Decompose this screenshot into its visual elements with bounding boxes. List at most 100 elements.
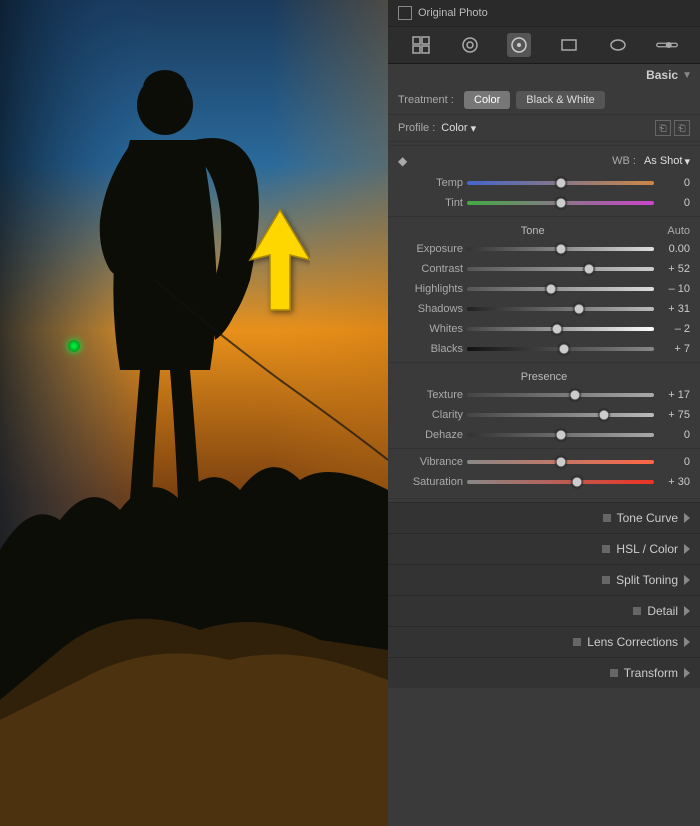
profile-icon-1[interactable]: ⎗ xyxy=(655,120,671,136)
dehaze-value: 0 xyxy=(658,429,690,441)
whites-value: – 2 xyxy=(658,323,690,335)
shadows-slider[interactable] xyxy=(467,302,654,316)
treatment-row: Treatment : Color Black & White xyxy=(388,86,700,115)
profile-icon-2[interactable]: ⎗ xyxy=(674,120,690,136)
eyedropper-icon[interactable]: ◆ xyxy=(398,154,407,168)
hsl-label: HSL / Color xyxy=(616,542,678,556)
dehaze-slider[interactable] xyxy=(467,428,654,442)
library-tool-icon[interactable] xyxy=(409,33,433,57)
dehaze-label: Dehaze xyxy=(398,429,463,441)
spot-heal-icon[interactable] xyxy=(507,33,531,57)
saturation-slider[interactable] xyxy=(467,475,654,489)
split-toning-section[interactable]: Split Toning xyxy=(388,564,700,595)
gradient-tool-icon[interactable] xyxy=(655,33,679,57)
highlights-value: – 10 xyxy=(658,283,690,295)
lens-corrections-label: Lens Corrections xyxy=(587,635,678,649)
develop-panel[interactable]: Basic ▼ Treatment : Color Black & White … xyxy=(388,64,700,826)
highlights-slider[interactable] xyxy=(467,282,654,296)
detail-label: Detail xyxy=(647,604,678,618)
tone-curve-label: Tone Curve xyxy=(617,511,678,525)
crop-tool-icon[interactable] xyxy=(458,33,482,57)
saturation-slider-row: Saturation + 30 xyxy=(388,472,700,492)
dehaze-slider-row: Dehaze 0 xyxy=(388,425,700,445)
profile-row: Profile : Color ▾ ⎗ ⎗ xyxy=(388,115,700,142)
exposure-label: Exposure xyxy=(398,243,463,255)
exposure-slider-row: Exposure 0.00 xyxy=(388,239,700,259)
tone-auto-btn[interactable]: Auto xyxy=(667,225,690,237)
tone-curve-indicator xyxy=(603,514,611,522)
shadows-value: + 31 xyxy=(658,303,690,315)
tone-title: Tone xyxy=(398,225,667,237)
hsl-arrow xyxy=(684,544,690,554)
basic-chevron[interactable]: ▼ xyxy=(682,70,692,81)
shadows-label: Shadows xyxy=(398,303,463,315)
tint-value: 0 xyxy=(658,197,690,209)
texture-label: Texture xyxy=(398,389,463,401)
exposure-slider[interactable] xyxy=(467,242,654,256)
transform-indicator xyxy=(610,669,618,677)
transform-arrow xyxy=(684,668,690,678)
tone-curve-section[interactable]: Tone Curve xyxy=(388,502,700,533)
detail-section[interactable]: Detail xyxy=(388,595,700,626)
vibrance-slider-row: Vibrance 0 xyxy=(388,452,700,472)
saturation-value: + 30 xyxy=(658,476,690,488)
highlights-slider-row: Highlights – 10 xyxy=(388,279,700,299)
tone-curve-arrow xyxy=(684,513,690,523)
tint-slider[interactable] xyxy=(467,196,654,210)
clarity-slider[interactable] xyxy=(467,408,654,422)
temp-slider-row: Temp 0 xyxy=(388,173,700,193)
blacks-value: + 7 xyxy=(658,343,690,355)
presence-header: Presence xyxy=(388,366,700,385)
clarity-value: + 75 xyxy=(658,409,690,421)
contrast-slider[interactable] xyxy=(467,262,654,276)
transform-section[interactable]: Transform xyxy=(388,657,700,688)
detail-arrow xyxy=(684,606,690,616)
profile-value[interactable]: Color ▾ xyxy=(441,122,476,135)
highlights-label: Highlights xyxy=(398,283,463,295)
lens-corrections-indicator xyxy=(573,638,581,646)
top-bar-label: Original Photo xyxy=(418,7,488,19)
original-photo-checkbox[interactable] xyxy=(398,6,412,20)
wb-value[interactable]: As Shot ▾ xyxy=(644,155,690,168)
transform-label: Transform xyxy=(624,666,678,680)
wb-label: WB : xyxy=(612,155,636,167)
texture-slider-row: Texture + 17 xyxy=(388,385,700,405)
rect-tool-icon[interactable] xyxy=(557,33,581,57)
photo-panel xyxy=(0,0,388,826)
blacks-slider-row: Blacks + 7 xyxy=(388,339,700,359)
blacks-slider[interactable] xyxy=(467,342,654,356)
texture-value: + 17 xyxy=(658,389,690,401)
whites-slider[interactable] xyxy=(467,322,654,336)
right-panel: Original Photo xyxy=(388,0,700,826)
hsl-color-section[interactable]: HSL / Color xyxy=(388,533,700,564)
whites-slider-row: Whites – 2 xyxy=(388,319,700,339)
treatment-color-btn[interactable]: Color xyxy=(464,91,510,109)
split-toning-indicator xyxy=(602,576,610,584)
contrast-label: Contrast xyxy=(398,263,463,275)
lens-corrections-section[interactable]: Lens Corrections xyxy=(388,626,700,657)
profile-icons: ⎗ ⎗ xyxy=(655,120,690,136)
tint-label: Tint xyxy=(398,197,463,209)
basic-title: Basic xyxy=(396,68,678,82)
temp-label: Temp xyxy=(398,177,463,189)
vibrance-slider[interactable] xyxy=(467,455,654,469)
tone-header: Tone Auto xyxy=(388,220,700,239)
detail-indicator xyxy=(633,607,641,615)
treatment-bw-btn[interactable]: Black & White xyxy=(516,91,604,109)
texture-slider[interactable] xyxy=(467,388,654,402)
wb-row: ◆ WB : As Shot ▾ xyxy=(388,149,700,173)
yellow-arrow xyxy=(50,200,310,400)
top-bar: Original Photo xyxy=(388,0,700,27)
vibrance-value: 0 xyxy=(658,456,690,468)
vibrance-label: Vibrance xyxy=(398,456,463,468)
radial-tool-icon[interactable] xyxy=(606,33,630,57)
lens-corrections-arrow xyxy=(684,637,690,647)
temp-slider[interactable] xyxy=(467,176,654,190)
toolbar xyxy=(388,27,700,64)
hsl-indicator xyxy=(602,545,610,553)
whites-label: Whites xyxy=(398,323,463,335)
clarity-slider-row: Clarity + 75 xyxy=(388,405,700,425)
shadows-slider-row: Shadows + 31 xyxy=(388,299,700,319)
exposure-value: 0.00 xyxy=(658,243,690,255)
blacks-label: Blacks xyxy=(398,343,463,355)
